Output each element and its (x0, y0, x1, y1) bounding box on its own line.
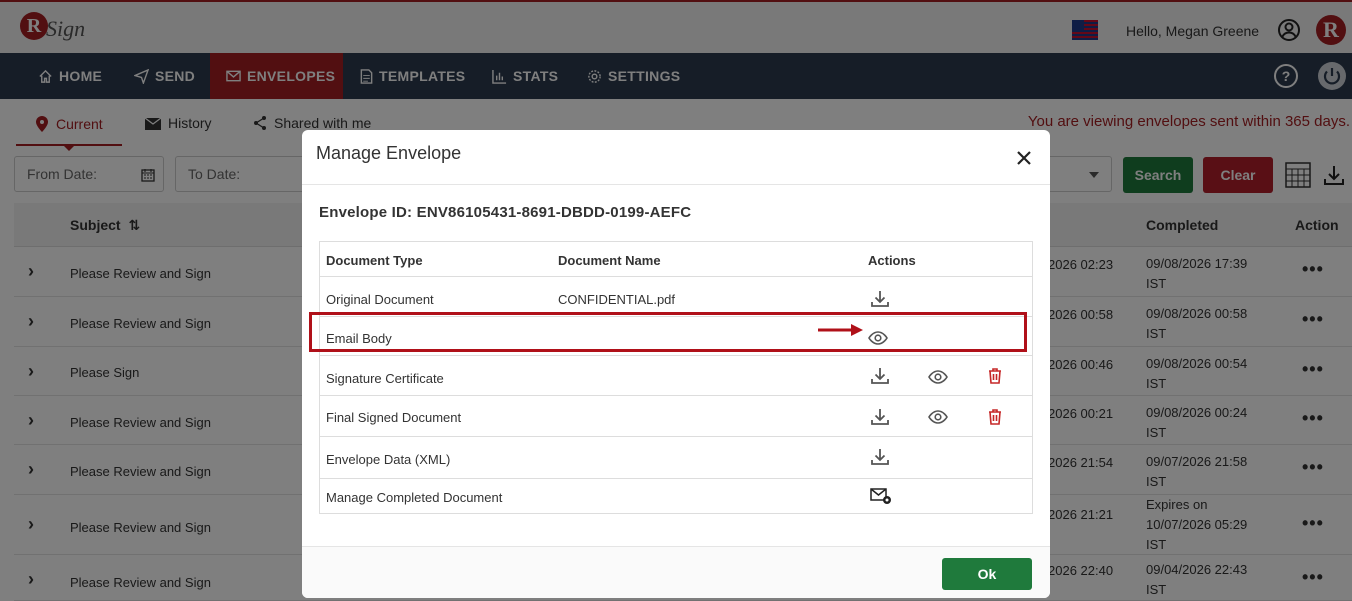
document-type: Manage Completed Document (326, 490, 503, 505)
email-body-highlight (309, 312, 1027, 352)
close-icon[interactable] (1014, 148, 1034, 168)
documents-table-header: Document Type Document Name Actions (320, 242, 1032, 277)
modal-header: Manage Envelope (302, 130, 1050, 185)
modal-footer: Ok (302, 546, 1050, 598)
eye-icon[interactable] (928, 367, 948, 387)
document-name: CONFIDENTIAL.pdf (558, 292, 676, 307)
document-type: Original Document (326, 292, 434, 307)
document-type: Envelope Data (XML) (326, 452, 451, 467)
document-row-signature-certificate: Signature Certificate (320, 356, 1032, 396)
envelope-id: Envelope ID: ENV86105431-8691-DBDD-0199-… (319, 204, 692, 221)
col-actions: Actions (868, 253, 916, 268)
document-row-envelope-data: Envelope Data (XML) (320, 437, 1032, 479)
arrow-right-icon (818, 324, 863, 336)
documents-table: Document Type Document Name Actions Orig… (319, 241, 1033, 514)
col-document-name: Document Name (558, 253, 661, 268)
download-icon[interactable] (870, 407, 890, 427)
eye-icon[interactable] (928, 407, 948, 427)
document-type: Signature Certificate (326, 371, 444, 386)
download-icon[interactable] (870, 447, 890, 467)
mail-settings-icon[interactable] (870, 486, 892, 506)
ok-button[interactable]: Ok (942, 558, 1032, 590)
document-row-manage-completed: Manage Completed Document (320, 479, 1032, 513)
trash-icon[interactable] (985, 366, 1005, 386)
modal-title: Manage Envelope (316, 143, 462, 163)
document-type: Final Signed Document (326, 410, 462, 425)
trash-icon[interactable] (985, 407, 1005, 427)
col-document-type: Document Type (326, 253, 423, 268)
manage-envelope-modal: Manage Envelope Envelope ID: ENV86105431… (302, 130, 1050, 598)
document-row-original: Original Document CONFIDENTIAL.pdf (320, 277, 1032, 317)
document-row-final-signed: Final Signed Document (320, 396, 1032, 437)
download-icon[interactable] (870, 366, 890, 386)
download-icon[interactable] (870, 289, 890, 309)
